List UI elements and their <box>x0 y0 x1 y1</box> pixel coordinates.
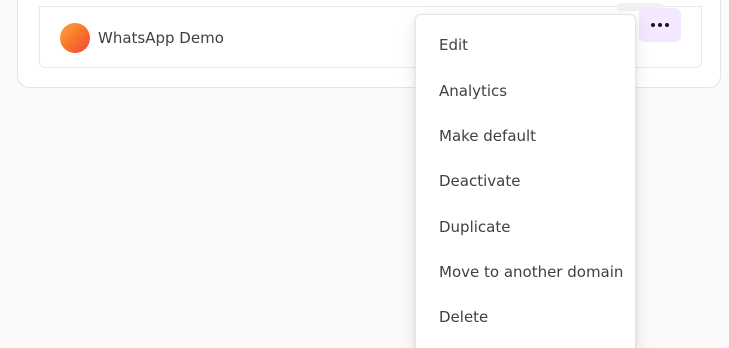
menu-item-analytics[interactable]: Analytics <box>439 81 507 101</box>
menu-item-make-default[interactable]: Make default <box>439 126 536 146</box>
bot-name[interactable]: WhatsApp Demo <box>98 28 224 48</box>
bot-avatar <box>60 23 90 53</box>
more-actions-button[interactable] <box>639 8 681 42</box>
page: WhatsApp Demo Edit Analytics Make defaul… <box>0 0 729 348</box>
menu-item-delete[interactable]: Delete <box>439 307 488 327</box>
menu-item-move-to-another-domain[interactable]: Move to another domain <box>439 262 623 282</box>
menu-item-deactivate[interactable]: Deactivate <box>439 171 520 191</box>
menu-item-duplicate[interactable]: Duplicate <box>439 217 510 237</box>
menu-item-edit[interactable]: Edit <box>439 35 468 55</box>
more-horizontal-icon-dot <box>658 23 662 27</box>
more-horizontal-icon-dot <box>665 23 669 27</box>
more-horizontal-icon <box>651 23 655 27</box>
actions-dropdown-menu: Edit Analytics Make default Deactivate D… <box>415 14 636 348</box>
